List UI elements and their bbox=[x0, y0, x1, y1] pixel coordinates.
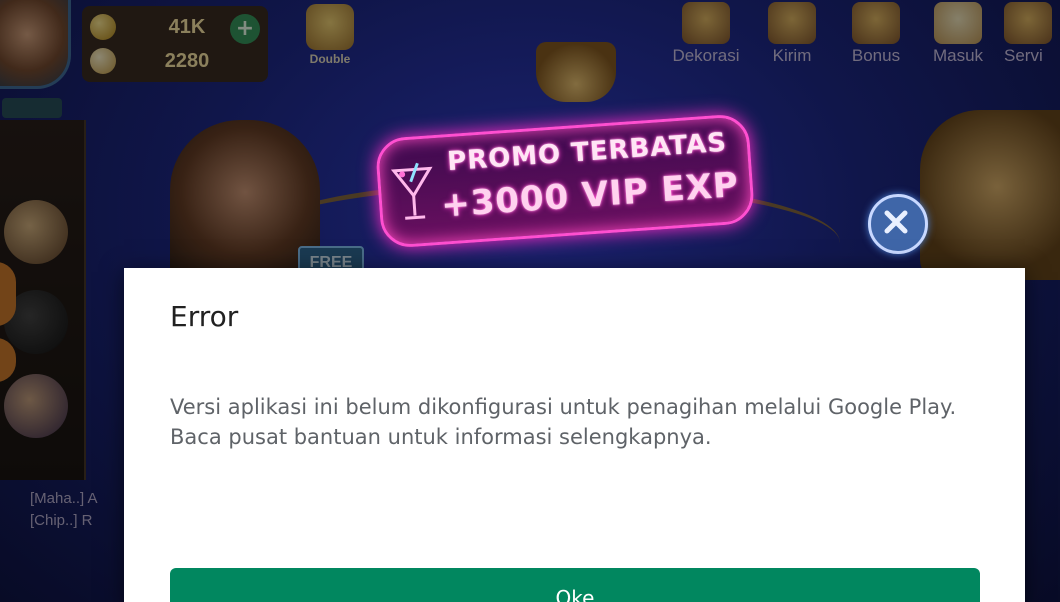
player-name-plate bbox=[2, 98, 62, 118]
coin-icon bbox=[90, 14, 116, 40]
chat-line: [Maha..] A bbox=[30, 490, 98, 507]
nav-bonus-label: Bonus bbox=[851, 46, 901, 65]
nav-decoration-label: Dekorasi bbox=[672, 46, 740, 65]
double-label: Double bbox=[309, 52, 351, 66]
dialog-message: Versi aplikasi ini belum dikonfigurasi u… bbox=[170, 395, 957, 449]
bonus-icon bbox=[852, 2, 900, 44]
double-icon bbox=[306, 4, 354, 50]
nav-send[interactable]: Kirim bbox=[752, 2, 832, 68]
close-icon bbox=[884, 210, 908, 234]
double-bonus-button[interactable]: Double bbox=[300, 4, 360, 70]
currency-panel: 41K 2280 + bbox=[82, 6, 268, 82]
chip-icon bbox=[90, 48, 116, 74]
ok-button[interactable]: Oke bbox=[170, 568, 980, 602]
promo-close-button[interactable] bbox=[868, 194, 928, 254]
side-item[interactable] bbox=[4, 374, 68, 438]
chat-line: [Chip..] R bbox=[30, 512, 93, 529]
checkin-icon bbox=[934, 2, 982, 44]
service-icon bbox=[1004, 2, 1052, 44]
nav-send-label: Kirim bbox=[772, 46, 812, 65]
decoration-icon bbox=[682, 2, 730, 44]
side-item[interactable] bbox=[4, 200, 68, 264]
crown-decoration bbox=[536, 42, 616, 102]
dialog-title: Error bbox=[170, 300, 239, 333]
chat-feed: [Maha..] A [Chip..] R bbox=[30, 488, 98, 532]
screen: 41K 2280 + Double Dekorasi Kirim Bonus M… bbox=[0, 0, 1060, 602]
horse-statue bbox=[920, 110, 1060, 280]
add-currency-button[interactable]: + bbox=[230, 14, 260, 44]
nav-checkin[interactable]: Masuk bbox=[918, 2, 998, 68]
error-dialog: Error Versi aplikasi ini belum dikonfigu… bbox=[124, 268, 1025, 602]
player-avatar[interactable] bbox=[0, 0, 71, 89]
nav-decoration[interactable]: Dekorasi bbox=[666, 2, 746, 68]
chip-balance: 2280 bbox=[164, 50, 210, 72]
nav-service[interactable]: Servi bbox=[1004, 2, 1060, 68]
nav-checkin-label: Masuk bbox=[932, 46, 984, 65]
nav-service-label: Servi bbox=[1004, 46, 1043, 65]
gift-send-icon bbox=[768, 2, 816, 44]
cocktail-icon bbox=[390, 162, 433, 220]
nav-bonus[interactable]: Bonus bbox=[836, 2, 916, 68]
